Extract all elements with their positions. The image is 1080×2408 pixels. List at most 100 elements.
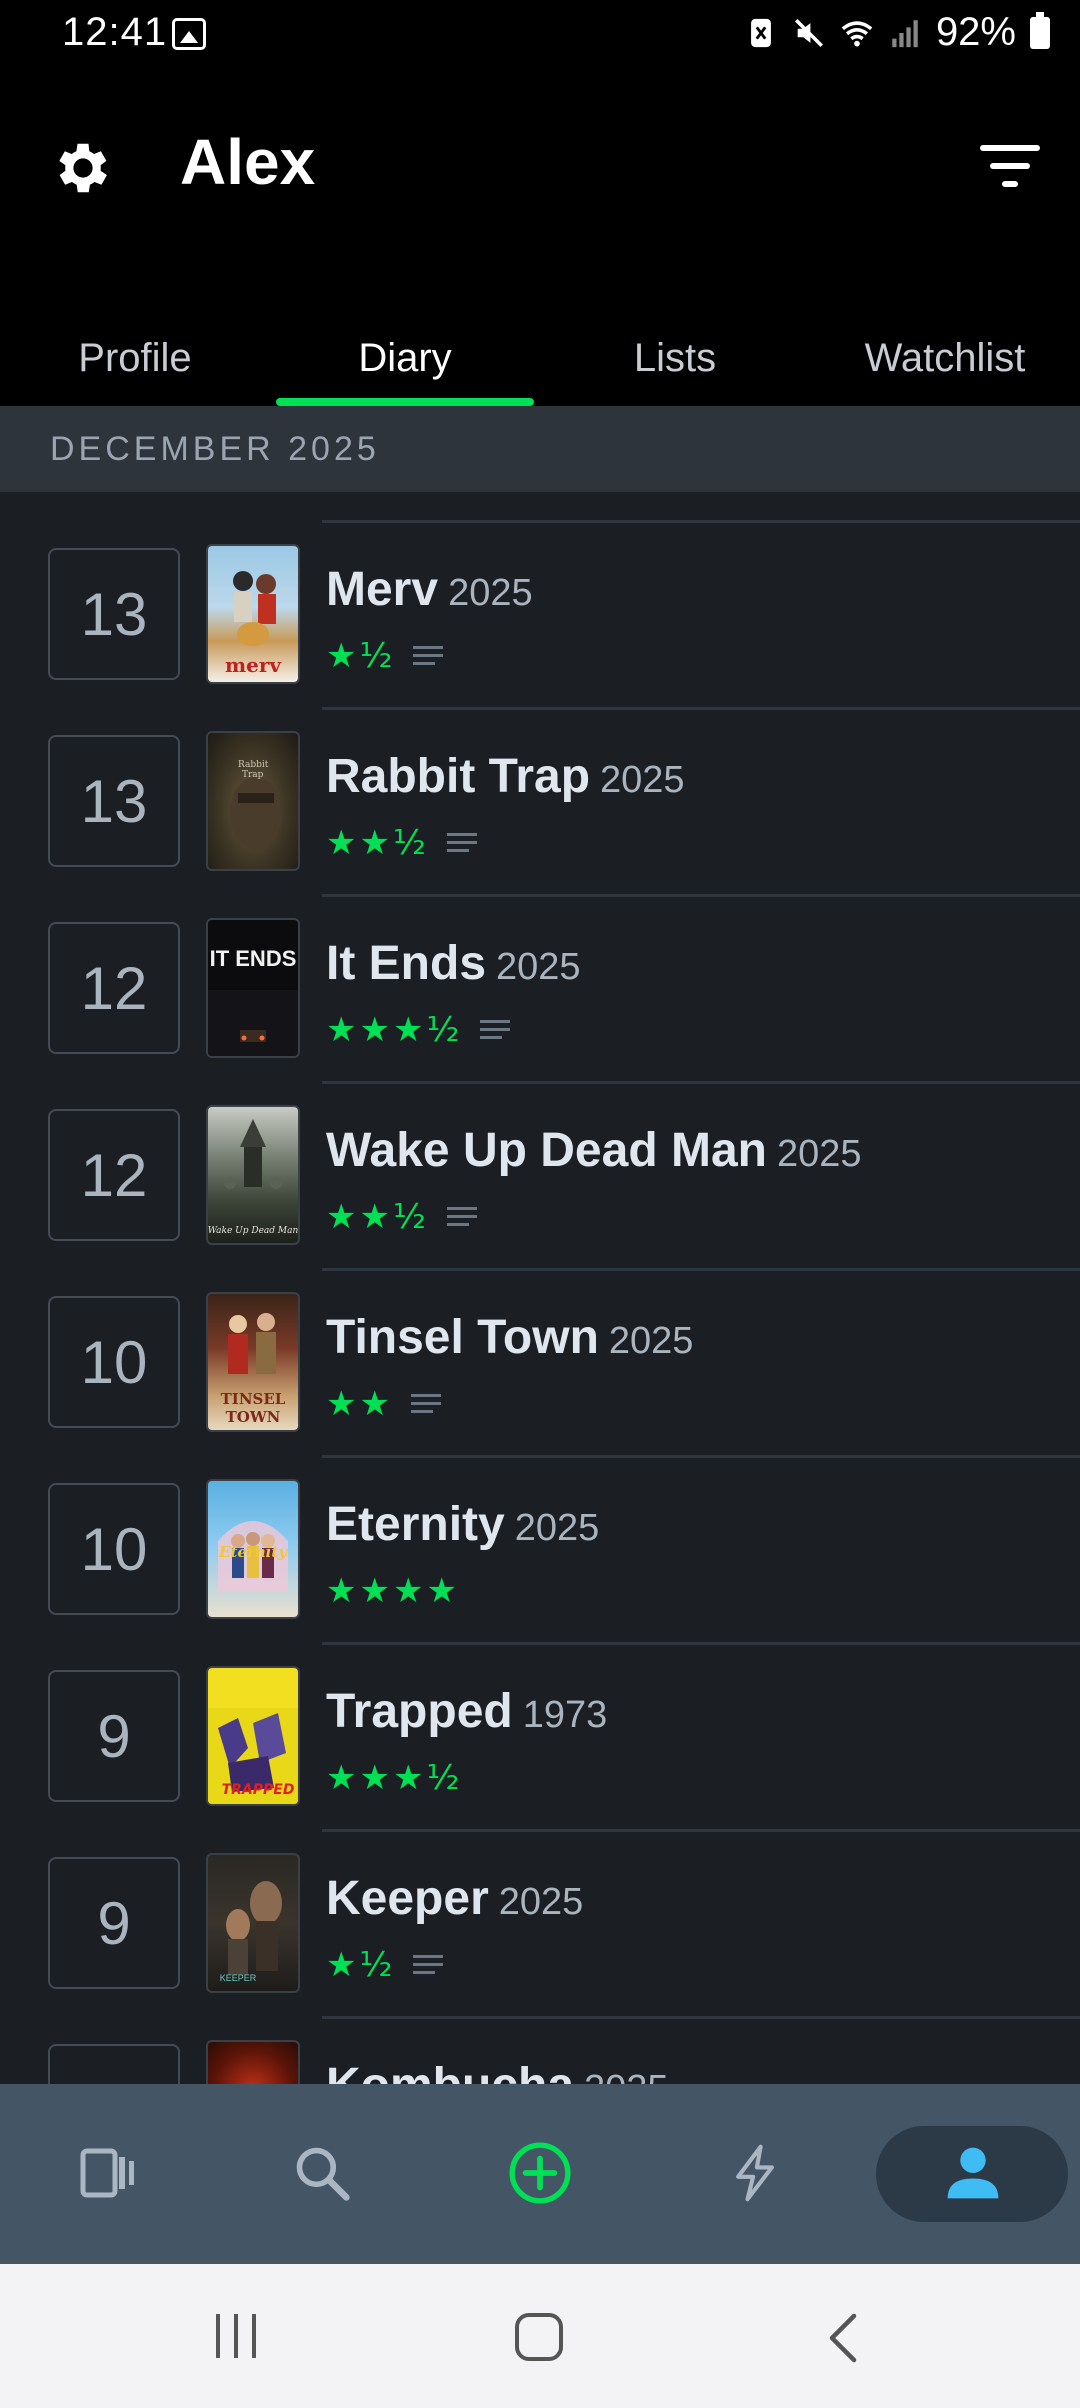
poster-text: IT ENDS	[210, 946, 297, 971]
home-icon[interactable]	[514, 2312, 564, 2362]
status-bar: 12:41 92%	[0, 0, 1080, 70]
tab-watchlist[interactable]: Watchlist	[810, 312, 1080, 406]
nav-activity-button[interactable]	[710, 2128, 800, 2218]
svg-text:TOWN: TOWN	[226, 1408, 281, 1426]
row-divider	[322, 520, 1080, 523]
nfc-icon	[751, 18, 771, 47]
diary-entry-row[interactable]: 9 KEEPER Keeper 2025 ★½	[0, 1829, 1080, 2016]
row-divider	[322, 1455, 1080, 1458]
nav-search-button[interactable]	[277, 2128, 367, 2218]
film-poster[interactable]	[206, 2040, 300, 2084]
row-divider	[322, 1829, 1080, 1832]
add-icon	[509, 2142, 571, 2204]
film-year: 2025	[600, 759, 685, 801]
month-section-header: DECEMBER 2025	[0, 406, 1080, 492]
rating-stars: ★★	[326, 1384, 393, 1424]
film-title[interactable]: Merv	[326, 563, 438, 616]
profile-name-title: Alex	[180, 126, 316, 198]
status-icons: 92%	[744, 10, 1050, 55]
film-poster[interactable]: IT ENDS	[206, 918, 300, 1058]
review-lines-icon	[446, 1207, 477, 1226]
back-icon[interactable]	[826, 2312, 860, 2364]
rating-stars: ★½	[326, 636, 396, 676]
battery-percent: 92%	[935, 10, 1016, 54]
film-poster[interactable]: TRAPPED	[206, 1666, 300, 1806]
films-icon	[80, 2148, 134, 2198]
settings-gear-icon[interactable]	[50, 135, 116, 201]
film-title[interactable]: Wake Up Dead Man	[326, 1124, 767, 1177]
film-poster[interactable]: KEEPER	[206, 1853, 300, 1993]
rating-stars: ★★★½	[326, 1010, 463, 1050]
svg-text:Rabbit: Rabbit	[238, 760, 269, 770]
profile-icon	[947, 2147, 999, 2199]
row-divider	[322, 1081, 1080, 1084]
review-lines-icon	[413, 646, 444, 665]
rating-stars: ★½	[326, 1945, 396, 1985]
entry-day: 10	[48, 1483, 180, 1615]
rating-stars: ★★½	[326, 1197, 429, 1237]
status-time: 12:41	[62, 10, 168, 54]
film-year: 2025	[496, 946, 581, 988]
app-bar: Alex Profile Diary Lists Watchlist	[0, 70, 1080, 406]
film-poster[interactable]: Rabbit Trap	[206, 731, 300, 871]
entry-day: 10	[48, 1296, 180, 1428]
filter-icon[interactable]	[980, 145, 1040, 191]
review-lines-icon	[413, 1955, 444, 1974]
system-navigation-bar	[0, 2264, 1080, 2408]
review-lines-icon	[410, 1394, 441, 1413]
diary-entry-row[interactable]: 12 Wake Up Dead Man Wake Up Dead Man 2025…	[0, 1081, 1080, 1268]
rating-stars: ★★★½	[326, 1758, 463, 1798]
entry-day: 12	[48, 1109, 180, 1241]
row-divider	[322, 1642, 1080, 1645]
activity-icon	[736, 2144, 774, 2202]
film-title[interactable]: Keeper	[326, 1872, 489, 1925]
signal-icon	[892, 19, 918, 47]
entry-day: 13	[48, 735, 180, 867]
row-divider	[322, 707, 1080, 710]
diary-entry-row[interactable]: 9 TRAPPED Trapped 1973 ★★★½	[0, 1642, 1080, 1829]
film-poster[interactable]: Eternity	[206, 1479, 300, 1619]
tab-lists[interactable]: Lists	[540, 312, 810, 406]
film-title[interactable]: Rabbit Trap	[326, 750, 590, 803]
tab-diary[interactable]: Diary	[270, 312, 540, 406]
diary-entry-row[interactable]: 10 Eternity Eternity 2025 ★★★★	[0, 1455, 1080, 1642]
diary-entry-row[interactable]: 13 Rabbit Trap Rabbit Trap 2025 ★★½	[0, 707, 1080, 894]
entry-day: 13	[48, 548, 180, 680]
wifi-icon	[841, 20, 873, 46]
film-poster[interactable]: TINSEL TOWN	[206, 1292, 300, 1432]
profile-tabs: Profile Diary Lists Watchlist	[0, 312, 1080, 406]
nav-profile-button[interactable]	[928, 2128, 1018, 2218]
review-lines-icon	[446, 833, 477, 852]
diary-list[interactable]: 13 merv Merv 2025 ★½ 13 Rabbit Trap Rabbit…	[0, 492, 1080, 2084]
film-title[interactable]: Tinsel Town	[326, 1311, 599, 1364]
film-year: 2025	[498, 1881, 584, 1923]
svg-text:TINSEL: TINSEL	[221, 1390, 286, 1408]
entry-day	[48, 2044, 180, 2084]
film-year: 2025	[448, 572, 533, 614]
diary-entry-row[interactable]: 13 merv Merv 2025 ★½	[0, 520, 1080, 707]
row-divider	[322, 2016, 1080, 2019]
film-title[interactable]: Kombucha	[326, 2059, 574, 2084]
film-title[interactable]: Eternity	[326, 1498, 505, 1551]
diary-entry-row[interactable]: 10 TINSEL TOWN Tinsel Town 2025 ★★	[0, 1268, 1080, 1455]
film-poster[interactable]: Wake Up Dead Man	[206, 1105, 300, 1245]
nav-add-button[interactable]	[495, 2128, 585, 2218]
diary-entry-row[interactable]: 12 IT ENDS It Ends 2025 ★★★½	[0, 894, 1080, 1081]
film-title[interactable]: It Ends	[326, 937, 486, 990]
film-year: 2025	[514, 1507, 600, 1549]
battery-icon	[1030, 11, 1050, 49]
diary-entry-row[interactable]: Kombucha 2025	[0, 2016, 1080, 2084]
nav-films-button[interactable]	[62, 2128, 152, 2218]
entry-day: 12	[48, 922, 180, 1054]
film-year: 2025	[776, 1133, 862, 1175]
film-year: 2025	[584, 2068, 669, 2084]
bottom-navigation	[0, 2084, 1080, 2264]
film-poster[interactable]: merv	[206, 544, 300, 684]
film-year: 1973	[522, 1694, 608, 1736]
row-divider	[322, 894, 1080, 897]
film-title[interactable]: Trapped	[326, 1685, 513, 1738]
entry-day: 9	[48, 1670, 180, 1802]
month-label: DECEMBER 2025	[50, 430, 380, 468]
tab-profile[interactable]: Profile	[0, 312, 270, 406]
recent-apps-icon[interactable]	[212, 2314, 260, 2358]
